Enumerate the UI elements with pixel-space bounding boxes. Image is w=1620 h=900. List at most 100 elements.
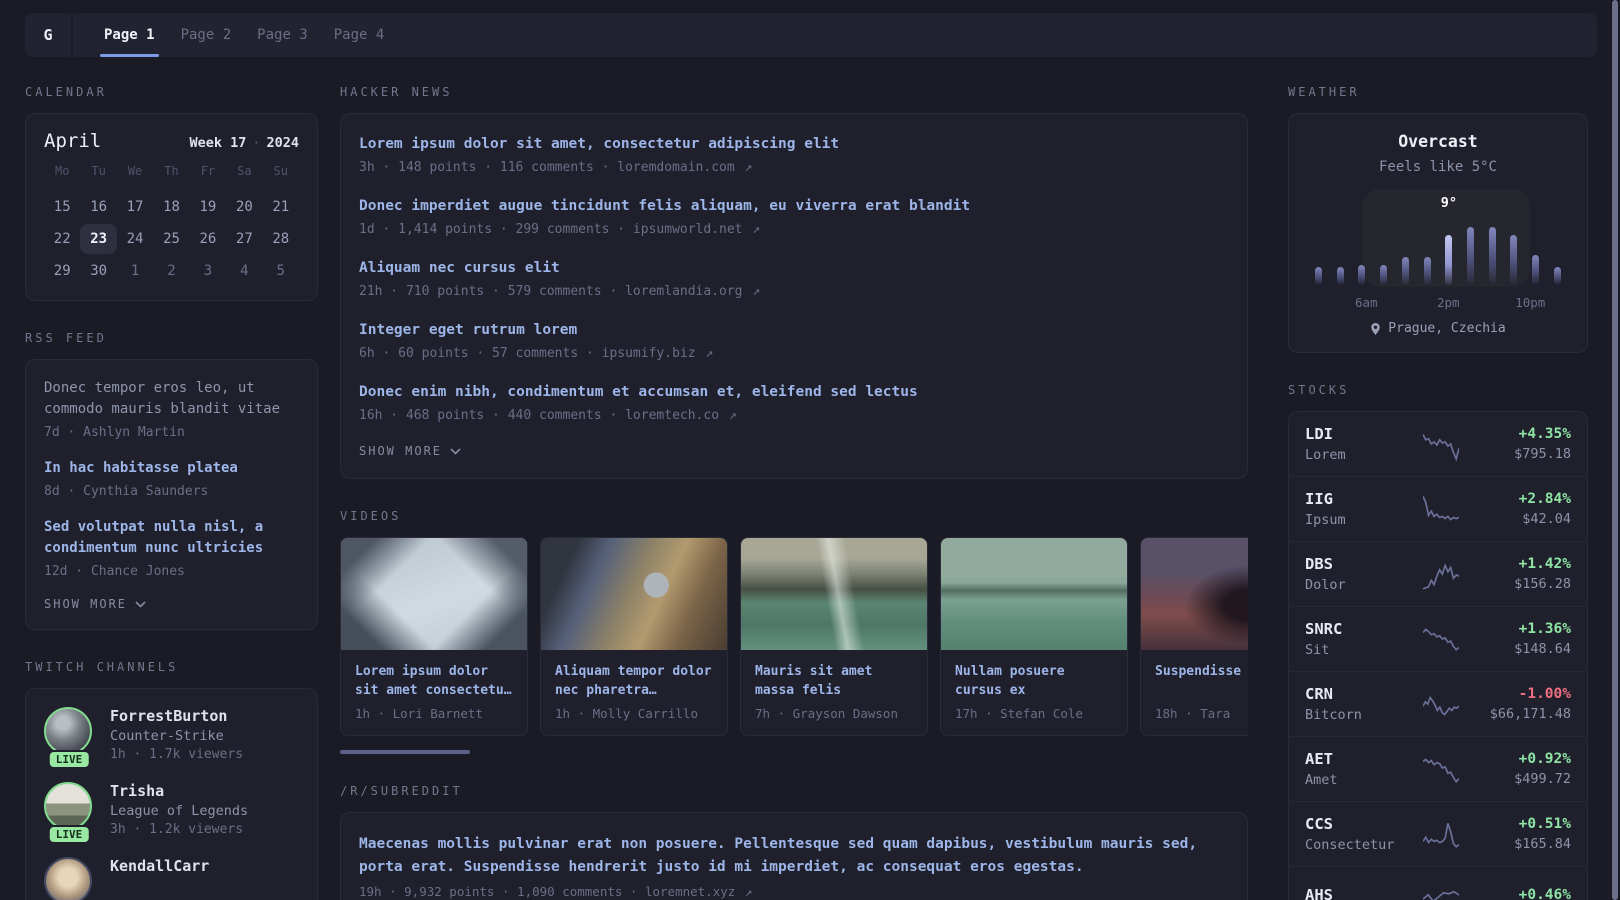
video-card[interactable]: Suspendisse diam 18h · Tara xyxy=(1140,537,1248,736)
video-card[interactable]: Mauris sit amet massa felis 7h · Grayson… xyxy=(740,537,928,736)
page-scrollbar-thumb[interactable] xyxy=(1612,0,1618,900)
calendar-day[interactable]: 18 xyxy=(153,192,189,222)
stock-symbol: CCS xyxy=(1305,815,1333,833)
calendar-day[interactable]: 23 xyxy=(80,224,117,254)
hackernews-item-title[interactable]: Donec enim nibh, condimentum et accumsan… xyxy=(359,382,1229,403)
calendar-day[interactable]: 27 xyxy=(226,224,262,254)
stock-row[interactable]: CRN Bitcorn -1.00% $66,171.48 xyxy=(1289,671,1587,736)
calendar-day[interactable]: 24 xyxy=(117,224,153,254)
rss-card: Donec tempor eros leo, ut commodo mauris… xyxy=(25,359,318,630)
video-card[interactable]: Lorem ipsum dolor sit amet consectetu… 1… xyxy=(340,537,528,736)
video-meta: 18h · Tara xyxy=(1155,706,1231,721)
calendar-day[interactable]: 22 xyxy=(44,224,80,254)
hackernews-item-title[interactable]: Integer eget rutrum lorem xyxy=(359,320,1229,341)
video-meta: 1h · Lori Barnett xyxy=(355,706,483,721)
calendar-day[interactable]: 28 xyxy=(263,224,299,254)
stock-sparkline xyxy=(1423,492,1459,526)
stock-symbol: AET xyxy=(1305,750,1333,768)
twitch-channel-row[interactable]: KendallCarr xyxy=(44,857,299,900)
page-tab[interactable]: Page 4 xyxy=(321,13,398,57)
twitch-channel-name: Trisha xyxy=(110,782,165,800)
weather-bar xyxy=(1488,227,1496,285)
calendar-weekday: Mo xyxy=(54,164,70,178)
stock-change: +0.92% xyxy=(1518,751,1571,767)
hackernews-show-more-button[interactable]: SHOW MORE xyxy=(359,444,461,458)
stock-row[interactable]: AET Amet +0.92% $499.72 xyxy=(1289,736,1587,801)
twitch-channel-meta: 3h · 1.2k viewers xyxy=(110,822,244,837)
rss-show-more-button[interactable]: SHOW MORE xyxy=(44,597,146,611)
stock-change: +1.42% xyxy=(1518,556,1571,572)
calendar-day[interactable]: 20 xyxy=(226,192,262,222)
twitch-channel-row[interactable]: LIVE ForrestBurton Counter-Strike 1h · 1… xyxy=(44,707,299,769)
weather-bars xyxy=(1315,225,1561,285)
calendar-day[interactable]: 17 xyxy=(117,192,153,222)
calendar-day[interactable]: 25 xyxy=(153,224,189,254)
calendar-day[interactable]: 1 xyxy=(117,256,153,286)
rss-item-meta: 8d · Cynthia Saunders xyxy=(44,484,209,499)
stock-values: +0.92% $499.72 xyxy=(1473,751,1571,787)
page-tab[interactable]: Page 1 xyxy=(91,13,168,57)
rss-item-title[interactable]: Sed volutpat nulla nisl, a condimentum n… xyxy=(44,517,299,559)
stock-row[interactable]: AHS +0.46% xyxy=(1289,866,1587,900)
videos-scrollbar[interactable] xyxy=(340,750,1248,754)
stock-name: Lorem xyxy=(1305,447,1346,463)
hackernews-item-title[interactable]: Aliquam nec cursus elit xyxy=(359,258,1229,279)
stock-price: $42.04 xyxy=(1522,511,1571,527)
stock-sparkline xyxy=(1423,622,1459,656)
calendar-day[interactable]: 2 xyxy=(153,256,189,286)
video-card[interactable]: Nullam posuere cursus ex 17h · Stefan Co… xyxy=(940,537,1128,736)
stock-row[interactable]: SNRC Sit +1.36% $148.64 xyxy=(1289,606,1587,671)
subreddit-post-title[interactable]: Maecenas mollis pulvinar erat non posuer… xyxy=(359,833,1229,879)
rss-item-title[interactable]: In hac habitasse platea xyxy=(44,458,299,479)
rss-item: Donec tempor eros leo, ut commodo mauris… xyxy=(44,378,299,440)
video-meta: 17h · Stefan Cole xyxy=(955,706,1083,721)
calendar-day[interactable]: 5 xyxy=(263,256,299,286)
page-tab-label: Page 2 xyxy=(180,27,232,43)
calendar-day[interactable]: 19 xyxy=(190,192,226,222)
twitch-channel-row[interactable]: LIVE Trisha League of Legends 3h · 1.2k … xyxy=(44,782,299,844)
twitch-avatar-wrap xyxy=(44,857,94,900)
stock-row[interactable]: DBS Dolor +1.42% $156.28 xyxy=(1289,541,1587,606)
videos-scrollbar-thumb[interactable] xyxy=(340,750,470,754)
twitch-card: LIVE ForrestBurton Counter-Strike 1h · 1… xyxy=(25,688,318,900)
stock-price: $148.64 xyxy=(1514,641,1571,657)
calendar-day[interactable]: 15 xyxy=(44,192,80,222)
calendar-day[interactable]: 4 xyxy=(226,256,262,286)
stock-values: +4.35% $795.18 xyxy=(1473,426,1571,462)
weather-location-row: Prague, Czechia xyxy=(1307,321,1569,336)
hackernews-item: Aliquam nec cursus elit 21h · 710 points… xyxy=(359,258,1229,299)
chevron-down-icon xyxy=(450,447,461,455)
page-tab[interactable]: Page 3 xyxy=(244,13,321,57)
hackernews-item-title[interactable]: Donec imperdiet augue tincidunt felis al… xyxy=(359,196,1229,217)
external-link-icon: ↗ xyxy=(752,284,761,299)
hackernews-item-meta: 6h · 60 points · 57 comments · ipsumify.… xyxy=(359,346,714,361)
twitch-channel-name: KendallCarr xyxy=(110,857,210,875)
avatar xyxy=(44,857,92,900)
video-title: Nullam posuere cursus ex xyxy=(955,664,1065,698)
calendar-day[interactable]: 26 xyxy=(190,224,226,254)
stock-row[interactable]: LDI Lorem +4.35% $795.18 xyxy=(1289,412,1587,476)
rss-item-title[interactable]: Donec tempor eros leo, ut commodo mauris… xyxy=(44,378,299,420)
stock-name: Bitcorn xyxy=(1305,707,1362,723)
twitch-channel-info: Trisha League of Legends 3h · 1.2k viewe… xyxy=(110,782,248,837)
calendar-day[interactable]: 30 xyxy=(80,256,116,286)
calendar-section-title: CALENDAR xyxy=(25,85,107,99)
video-card[interactable]: Aliquam tempor dolor nec pharetra… 1h · … xyxy=(540,537,728,736)
hackernews-widget: HACKER NEWS Lorem ipsum dolor sit amet, … xyxy=(340,85,1248,479)
hackernews-item: Lorem ipsum dolor sit amet, consectetur … xyxy=(359,134,1229,175)
hackernews-item: Donec imperdiet augue tincidunt felis al… xyxy=(359,196,1229,237)
hackernews-item-title[interactable]: Lorem ipsum dolor sit amet, consectetur … xyxy=(359,134,1229,155)
left-column: CALENDAR April Week 17 · 2024 Mo Tu We Th Fr Sa… xyxy=(25,85,318,900)
stock-row[interactable]: CCS Consectetur +0.51% $165.84 xyxy=(1289,801,1587,866)
calendar-day[interactable]: 21 xyxy=(263,192,299,222)
page-scrollbar[interactable] xyxy=(1611,0,1619,900)
calendar-day[interactable]: 3 xyxy=(190,256,226,286)
calendar-day[interactable]: 16 xyxy=(80,192,116,222)
stock-row[interactable]: IIG Ipsum +2.84% $42.04 xyxy=(1289,476,1587,541)
page-tab-label: Page 4 xyxy=(333,27,385,43)
page-tab[interactable]: Page 2 xyxy=(168,13,245,57)
page-tab-label: Page 1 xyxy=(104,27,155,43)
hackernews-item-meta: 16h · 468 points · 440 comments · loremt… xyxy=(359,408,737,423)
calendar-day[interactable]: 29 xyxy=(44,256,80,286)
rss-list: Donec tempor eros leo, ut commodo mauris… xyxy=(44,378,299,579)
